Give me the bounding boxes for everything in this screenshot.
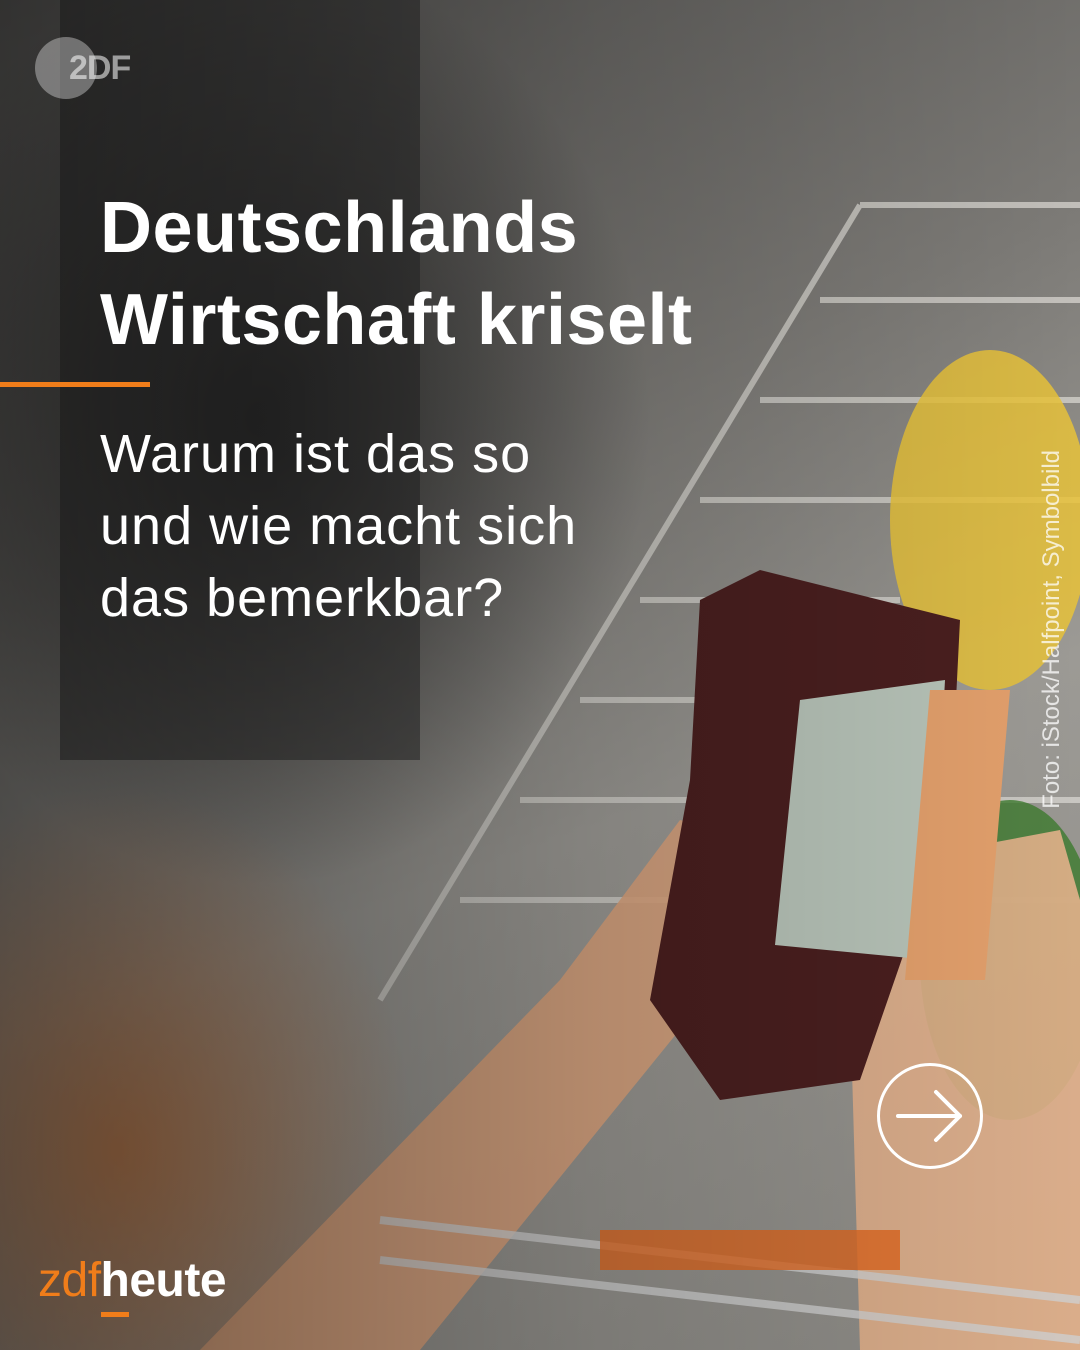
zdf-logo-text: 2DF bbox=[69, 49, 131, 87]
subline-line-1: Warum ist das so bbox=[100, 424, 532, 484]
brand-zdf: zdf bbox=[38, 1254, 101, 1307]
headline: Deutschlands Wirtschaft kriselt bbox=[100, 182, 900, 366]
post-card: 2DF Foto: iStock/Halfpoint, Symbolbild D… bbox=[0, 0, 1080, 1350]
brand-heute: heute bbox=[100, 1254, 227, 1317]
subline-line-3: das bemerkbar? bbox=[100, 568, 505, 628]
arrow-right-circle-icon bbox=[896, 1090, 962, 1142]
subline: Warum ist das so und wie macht sich das … bbox=[100, 418, 800, 634]
accent-divider bbox=[0, 382, 150, 387]
zdf-logo: 2DF bbox=[35, 37, 145, 99]
zdfheute-logo: zdfheute bbox=[38, 1253, 227, 1317]
photo-credit: Foto: iStock/Halfpoint, Symbolbild bbox=[1038, 450, 1065, 809]
headline-line-1: Deutschlands bbox=[100, 188, 579, 268]
subline-line-2: und wie macht sich bbox=[100, 496, 578, 556]
photo-credit-container: Foto: iStock/Halfpoint, Symbolbild bbox=[1030, 40, 1066, 809]
headline-line-2: Wirtschaft kriselt bbox=[100, 280, 693, 360]
next-slide-button[interactable] bbox=[877, 1063, 983, 1169]
brand-underline bbox=[100, 1312, 129, 1317]
brand-heute-text: heute bbox=[100, 1254, 227, 1307]
